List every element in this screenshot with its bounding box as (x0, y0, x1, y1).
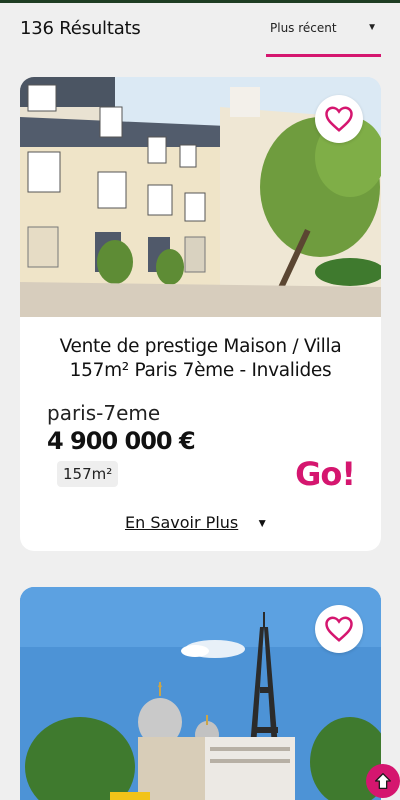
arrow-up-icon (375, 773, 391, 789)
more-info-label: En Savoir Plus (125, 513, 239, 532)
results-header: 136 Résultats Plus récent ▼ (0, 3, 400, 63)
sort-selected-value: Plus récent (270, 21, 337, 35)
area-badge: 157m² (57, 461, 119, 487)
listing-card[interactable] (20, 587, 381, 800)
listing-title[interactable]: Vente de prestige Maison / Villa 157m² P… (20, 335, 381, 383)
listing-location: paris-7eme (47, 401, 161, 425)
caret-down-icon: ▼ (256, 515, 269, 530)
heart-outline-icon (325, 106, 353, 132)
caret-down-icon: ▼ (367, 22, 377, 33)
sort-select[interactable]: Plus récent ▼ (266, 11, 381, 57)
more-info-link[interactable]: En Savoir Plus ▼ (125, 513, 268, 532)
results-count: 136 Résultats (20, 18, 141, 39)
heart-outline-icon (325, 616, 353, 642)
listing-price: 4 900 000 € (47, 427, 196, 455)
listing-title-line-1: Vente de prestige Maison / Villa (59, 336, 342, 357)
go-button[interactable]: Go! (295, 455, 356, 493)
favorite-button[interactable] (315, 95, 363, 143)
listing-title-line-2: 157m² Paris 7ème - Invalides (69, 360, 332, 381)
listing-card[interactable]: Vente de prestige Maison / Villa 157m² P… (20, 77, 381, 551)
favorite-button[interactable] (315, 605, 363, 653)
scroll-to-top-button[interactable] (366, 764, 400, 798)
